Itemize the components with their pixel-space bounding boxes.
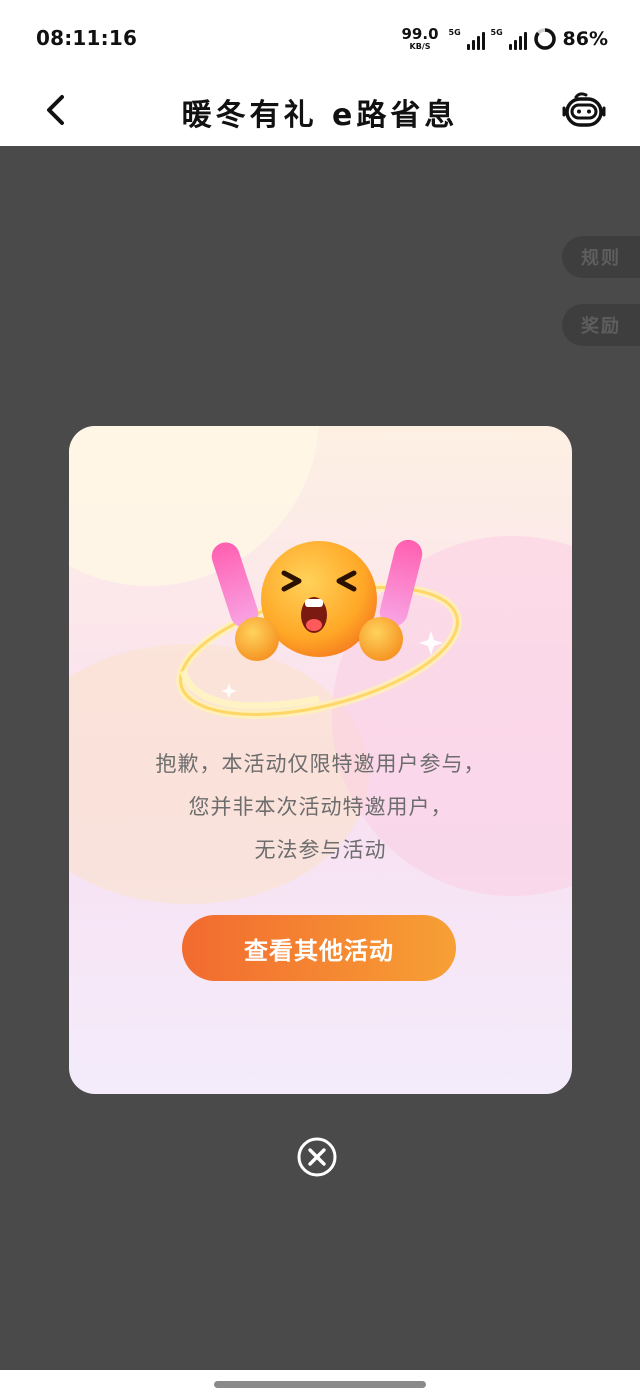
- signal-sim2-icon: 5G: [491, 28, 527, 50]
- dialog-message-line: 无法参与活动: [254, 838, 387, 862]
- network-speed-value: 99.0: [401, 25, 439, 43]
- circle-close-icon[interactable]: [296, 1136, 338, 1178]
- network-speed: 99.0 KB/S: [402, 27, 439, 51]
- sim1-network-tag: 5G: [448, 28, 461, 37]
- invite-only-dialog: 抱歉，本活动仅限特邀用户参与， 您并非本次活动特邀用户， 无法参与活动 查看其他…: [69, 426, 572, 1094]
- status-time: 08:11:16: [36, 26, 138, 50]
- robot-assistant-icon: [562, 92, 606, 127]
- dialog-message-line: 抱歉，本活动仅限特邀用户参与，: [155, 752, 486, 776]
- status-bar: 08:11:16 99.0 KB/S 5G 5G 86%: [0, 0, 640, 76]
- network-speed-unit: KB/S: [409, 42, 431, 51]
- rules-button[interactable]: 规则: [562, 236, 640, 278]
- view-other-activities-button[interactable]: 查看其他活动: [182, 915, 456, 981]
- assistant-button[interactable]: [560, 86, 608, 134]
- battery-percent: 86%: [562, 28, 608, 50]
- upset-emoji-illustration: [176, 539, 462, 719]
- app-header: 暖冬有礼 e路省息: [0, 76, 640, 146]
- signal-sim1-icon: 5G: [449, 28, 485, 50]
- status-icons: 99.0 KB/S 5G 5G 86%: [402, 24, 609, 54]
- page-title: 暖冬有礼 e路省息: [181, 98, 459, 133]
- home-indicator[interactable]: [214, 1381, 426, 1388]
- dialog-message-line: 您并非本次活动特邀用户，: [188, 795, 453, 819]
- battery-ring-icon: [533, 28, 556, 50]
- sim2-network-tag: 5G: [490, 28, 503, 37]
- rewards-button[interactable]: 奖励: [562, 304, 640, 346]
